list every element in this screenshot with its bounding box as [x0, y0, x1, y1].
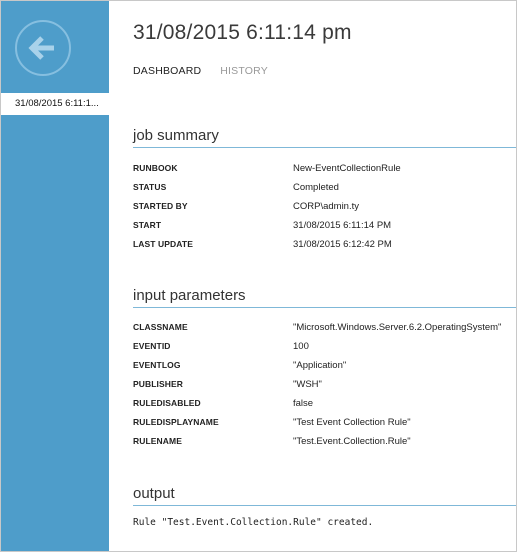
field-label: RULEDISPLAYNAME	[133, 417, 219, 427]
field-label: EVENTLOG	[133, 360, 181, 370]
table-row: LAST UPDATE 31/08/2015 6:12:42 PM	[133, 239, 513, 258]
portal-window: 31/08/2015 6:11:1... 31/08/2015 6:11:14 …	[0, 0, 517, 552]
field-value: 100	[293, 341, 309, 352]
table-row: START 31/08/2015 6:11:14 PM	[133, 220, 513, 239]
field-value: "WSH"	[293, 379, 322, 390]
field-value: "Test Event Collection Rule"	[293, 417, 411, 428]
field-label: RULENAME	[133, 436, 182, 446]
table-row: STATUS Completed	[133, 182, 513, 201]
field-label: PUBLISHER	[133, 379, 184, 389]
tab-history[interactable]: HISTORY	[220, 65, 268, 77]
back-arrow-icon	[28, 36, 54, 60]
field-value: CORP\admin.ty	[293, 201, 359, 212]
page-title: 31/08/2015 6:11:14 pm	[133, 21, 352, 44]
field-value: "Application"	[293, 360, 347, 371]
field-value: "Test.Event.Collection.Rule"	[293, 436, 411, 447]
field-label: EVENTID	[133, 341, 171, 351]
table-row: RULENAME "Test.Event.Collection.Rule"	[133, 436, 513, 455]
field-label: STATUS	[133, 182, 167, 192]
field-value: 31/08/2015 6:11:14 PM	[293, 220, 392, 231]
input-parameters-heading: input parameters	[133, 287, 516, 308]
back-button[interactable]	[15, 20, 71, 76]
field-value: "Microsoft.Windows.Server.6.2.OperatingS…	[293, 322, 502, 333]
field-value: 31/08/2015 6:12:42 PM	[293, 239, 392, 250]
field-label: RUNBOOK	[133, 163, 178, 173]
table-row: RULEDISPLAYNAME "Test Event Collection R…	[133, 417, 513, 436]
sidebar-item-job[interactable]: 31/08/2015 6:11:1...	[1, 93, 109, 115]
output-text: Rule "Test.Event.Collection.Rule" create…	[133, 517, 374, 528]
tab-bar: DASHBOARD HISTORY	[133, 65, 284, 77]
table-row: EVENTLOG "Application"	[133, 360, 513, 379]
field-value: false	[293, 398, 314, 409]
input-parameters-table: CLASSNAME "Microsoft.Windows.Server.6.2.…	[133, 322, 513, 455]
output-heading: output	[133, 485, 516, 506]
field-value: Completed	[293, 182, 339, 193]
field-value: New-EventCollectionRule	[293, 163, 401, 174]
sidebar: 31/08/2015 6:11:1...	[1, 1, 109, 551]
table-row: RULEDISABLED false	[133, 398, 513, 417]
field-label: STARTED BY	[133, 201, 188, 211]
job-summary-heading: job summary	[133, 127, 516, 148]
field-label: RULEDISABLED	[133, 398, 201, 408]
table-row: CLASSNAME "Microsoft.Windows.Server.6.2.…	[133, 322, 513, 341]
table-row: STARTED BY CORP\admin.ty	[133, 201, 513, 220]
tab-dashboard[interactable]: DASHBOARD	[133, 65, 201, 77]
table-row: RUNBOOK New-EventCollectionRule	[133, 163, 513, 182]
job-summary-table: RUNBOOK New-EventCollectionRule STATUS C…	[133, 163, 513, 258]
table-row: EVENTID 100	[133, 341, 513, 360]
field-label: CLASSNAME	[133, 322, 188, 332]
field-label: START	[133, 220, 162, 230]
field-label: LAST UPDATE	[133, 239, 193, 249]
table-row: PUBLISHER "WSH"	[133, 379, 513, 398]
